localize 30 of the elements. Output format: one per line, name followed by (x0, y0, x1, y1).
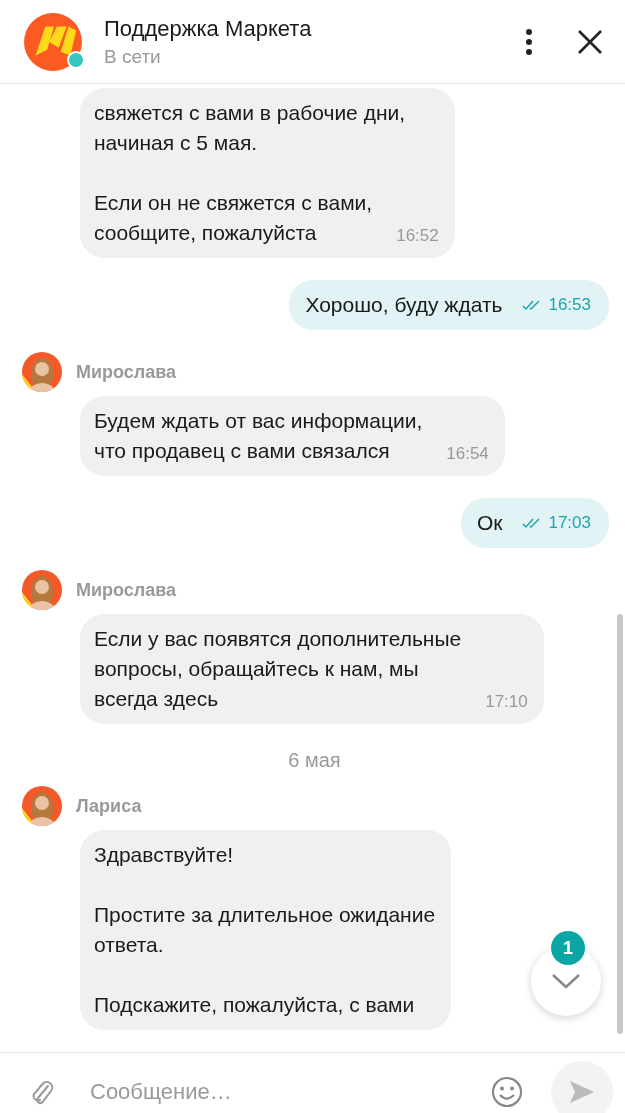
emoji-icon[interactable] (491, 1075, 523, 1108)
logo-icon (24, 12, 82, 71)
scrollbar[interactable] (617, 614, 623, 1034)
message-input[interactable]: Сообщение… (90, 1072, 491, 1111)
message-text: свяжется с вами в рабочие дни, начиная с 5 мая. (94, 100, 407, 156)
message-time: 16:52 (396, 225, 439, 247)
chat-title: Поддержка Маркета (104, 15, 313, 42)
message-text: Простите за длительное ожидание ответа. (94, 902, 436, 958)
close-icon[interactable] (577, 28, 603, 55)
chevron-down-icon (551, 972, 581, 990)
message-text: Если он не свяжется с вами, сообщите, пожалуйста (94, 190, 373, 246)
message-time: 16:54 (446, 443, 489, 465)
unread-badge: 1 (551, 931, 585, 965)
avatar-icon (22, 786, 62, 826)
sender-name: Мирослава (76, 579, 177, 601)
more-icon[interactable] (525, 27, 533, 56)
sender-name: Мирослава (76, 361, 177, 383)
message-text: Если у вас появятся дополнительные вопросы, обращайтесь к нам, мы всегда здесь (94, 626, 462, 712)
message-bubble: Хорошо, буду ждать 16:53 (289, 280, 609, 330)
message-bubble: Ок 17:03 (460, 498, 609, 548)
avatar-icon (22, 570, 62, 610)
message-text: Будем ждать от вас информации, что продавец с вами связался (94, 408, 423, 464)
date-separator: 6 мая (288, 748, 341, 773)
avatar-icon (22, 352, 62, 392)
message-text: Подскажите, пожалуйста, с вами (94, 992, 415, 1018)
online-status: В сети (104, 45, 162, 68)
message-text: Здравствуйте! (94, 842, 235, 868)
send-icon (568, 1078, 596, 1105)
sender-name: Лариса (76, 795, 142, 817)
message-time: 17:10 (485, 691, 528, 713)
